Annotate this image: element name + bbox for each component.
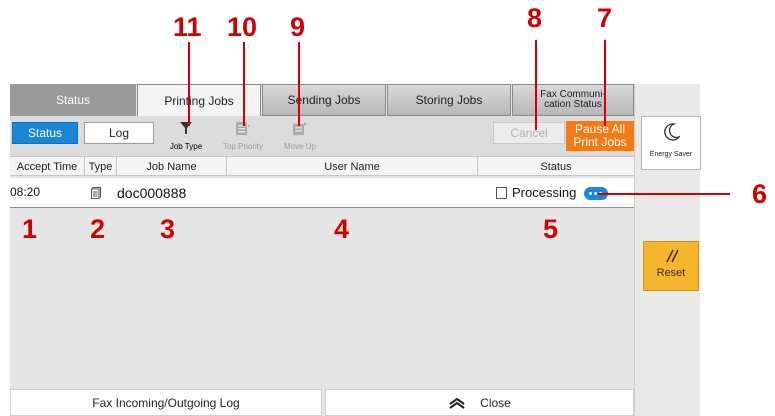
job-type-button[interactable]: Job Type: [155, 119, 217, 153]
filter-icon: [180, 122, 192, 134]
table-header: Accept Time Type Job Name User Name Stat…: [10, 156, 634, 176]
job-type-label: Job Type: [169, 142, 203, 151]
reset-label: Reset: [656, 267, 686, 279]
header-status: Status: [540, 160, 572, 173]
header-user-name: User Name: [227, 157, 478, 176]
leader-line-6: [598, 193, 730, 195]
pause-all-print-jobs-button[interactable]: Pause All Print Jobs: [566, 121, 634, 151]
energy-saver-label: Energy Saver: [649, 151, 693, 158]
close-label: Close: [480, 395, 511, 410]
leader-line-9: [298, 42, 300, 126]
tab-sending-jobs[interactable]: Sending Jobs: [262, 84, 386, 116]
chevron-up-icon: [449, 397, 465, 409]
tab-fax-communication-status[interactable]: Fax Communi- cation Status: [512, 84, 634, 116]
callout-2: 2: [90, 214, 106, 244]
status-text: Processing: [512, 185, 577, 200]
move-up-button[interactable]: Move Up: [269, 119, 331, 153]
moon-icon: [664, 123, 680, 141]
callout-5: 5: [543, 214, 559, 244]
accept-time: 08:20: [10, 185, 41, 199]
callout-9: 9: [290, 12, 306, 42]
header-accept-time: Accept Time: [10, 157, 85, 176]
callout-8: 8: [527, 3, 543, 33]
job-name: doc000888: [117, 185, 187, 201]
leader-line-11: [188, 42, 190, 126]
tab-storing-jobs[interactable]: Storing Jobs: [387, 84, 511, 116]
leader-line-8: [535, 40, 537, 130]
callout-1: 1: [22, 214, 38, 244]
checkbox-icon[interactable]: [496, 187, 507, 199]
document-icon: [91, 187, 101, 199]
tab-status[interactable]: Status: [10, 84, 136, 116]
reset-button[interactable]: Reset: [643, 241, 699, 291]
move-up-label: Move Up: [283, 142, 316, 151]
table-row[interactable]: 08:20 doc000888 Processing: [10, 178, 634, 208]
callout-10: 10: [227, 12, 258, 42]
top-priority-label: Top Priority: [222, 142, 263, 151]
callout-4: 4: [334, 214, 350, 244]
energy-saver-button[interactable]: Energy Saver: [641, 116, 701, 170]
reset-icon: [666, 249, 679, 263]
leader-line-7: [604, 40, 606, 126]
callout-3: 3: [160, 214, 176, 244]
move-up-icon: [293, 122, 307, 135]
callout-6: 6: [752, 179, 768, 209]
header-type: Type: [85, 157, 117, 176]
header-job-name: Job Name: [117, 157, 227, 176]
callout-11: 11: [173, 12, 202, 42]
log-button[interactable]: Log: [84, 122, 154, 144]
leader-line-10: [243, 42, 245, 126]
close-button[interactable]: Close: [325, 389, 634, 416]
status-button[interactable]: Status: [12, 122, 78, 144]
cancel-button[interactable]: Cancel: [493, 122, 565, 144]
fax-incoming-outgoing-log-button[interactable]: Fax Incoming/Outgoing Log: [10, 389, 322, 416]
callout-7: 7: [597, 3, 613, 33]
